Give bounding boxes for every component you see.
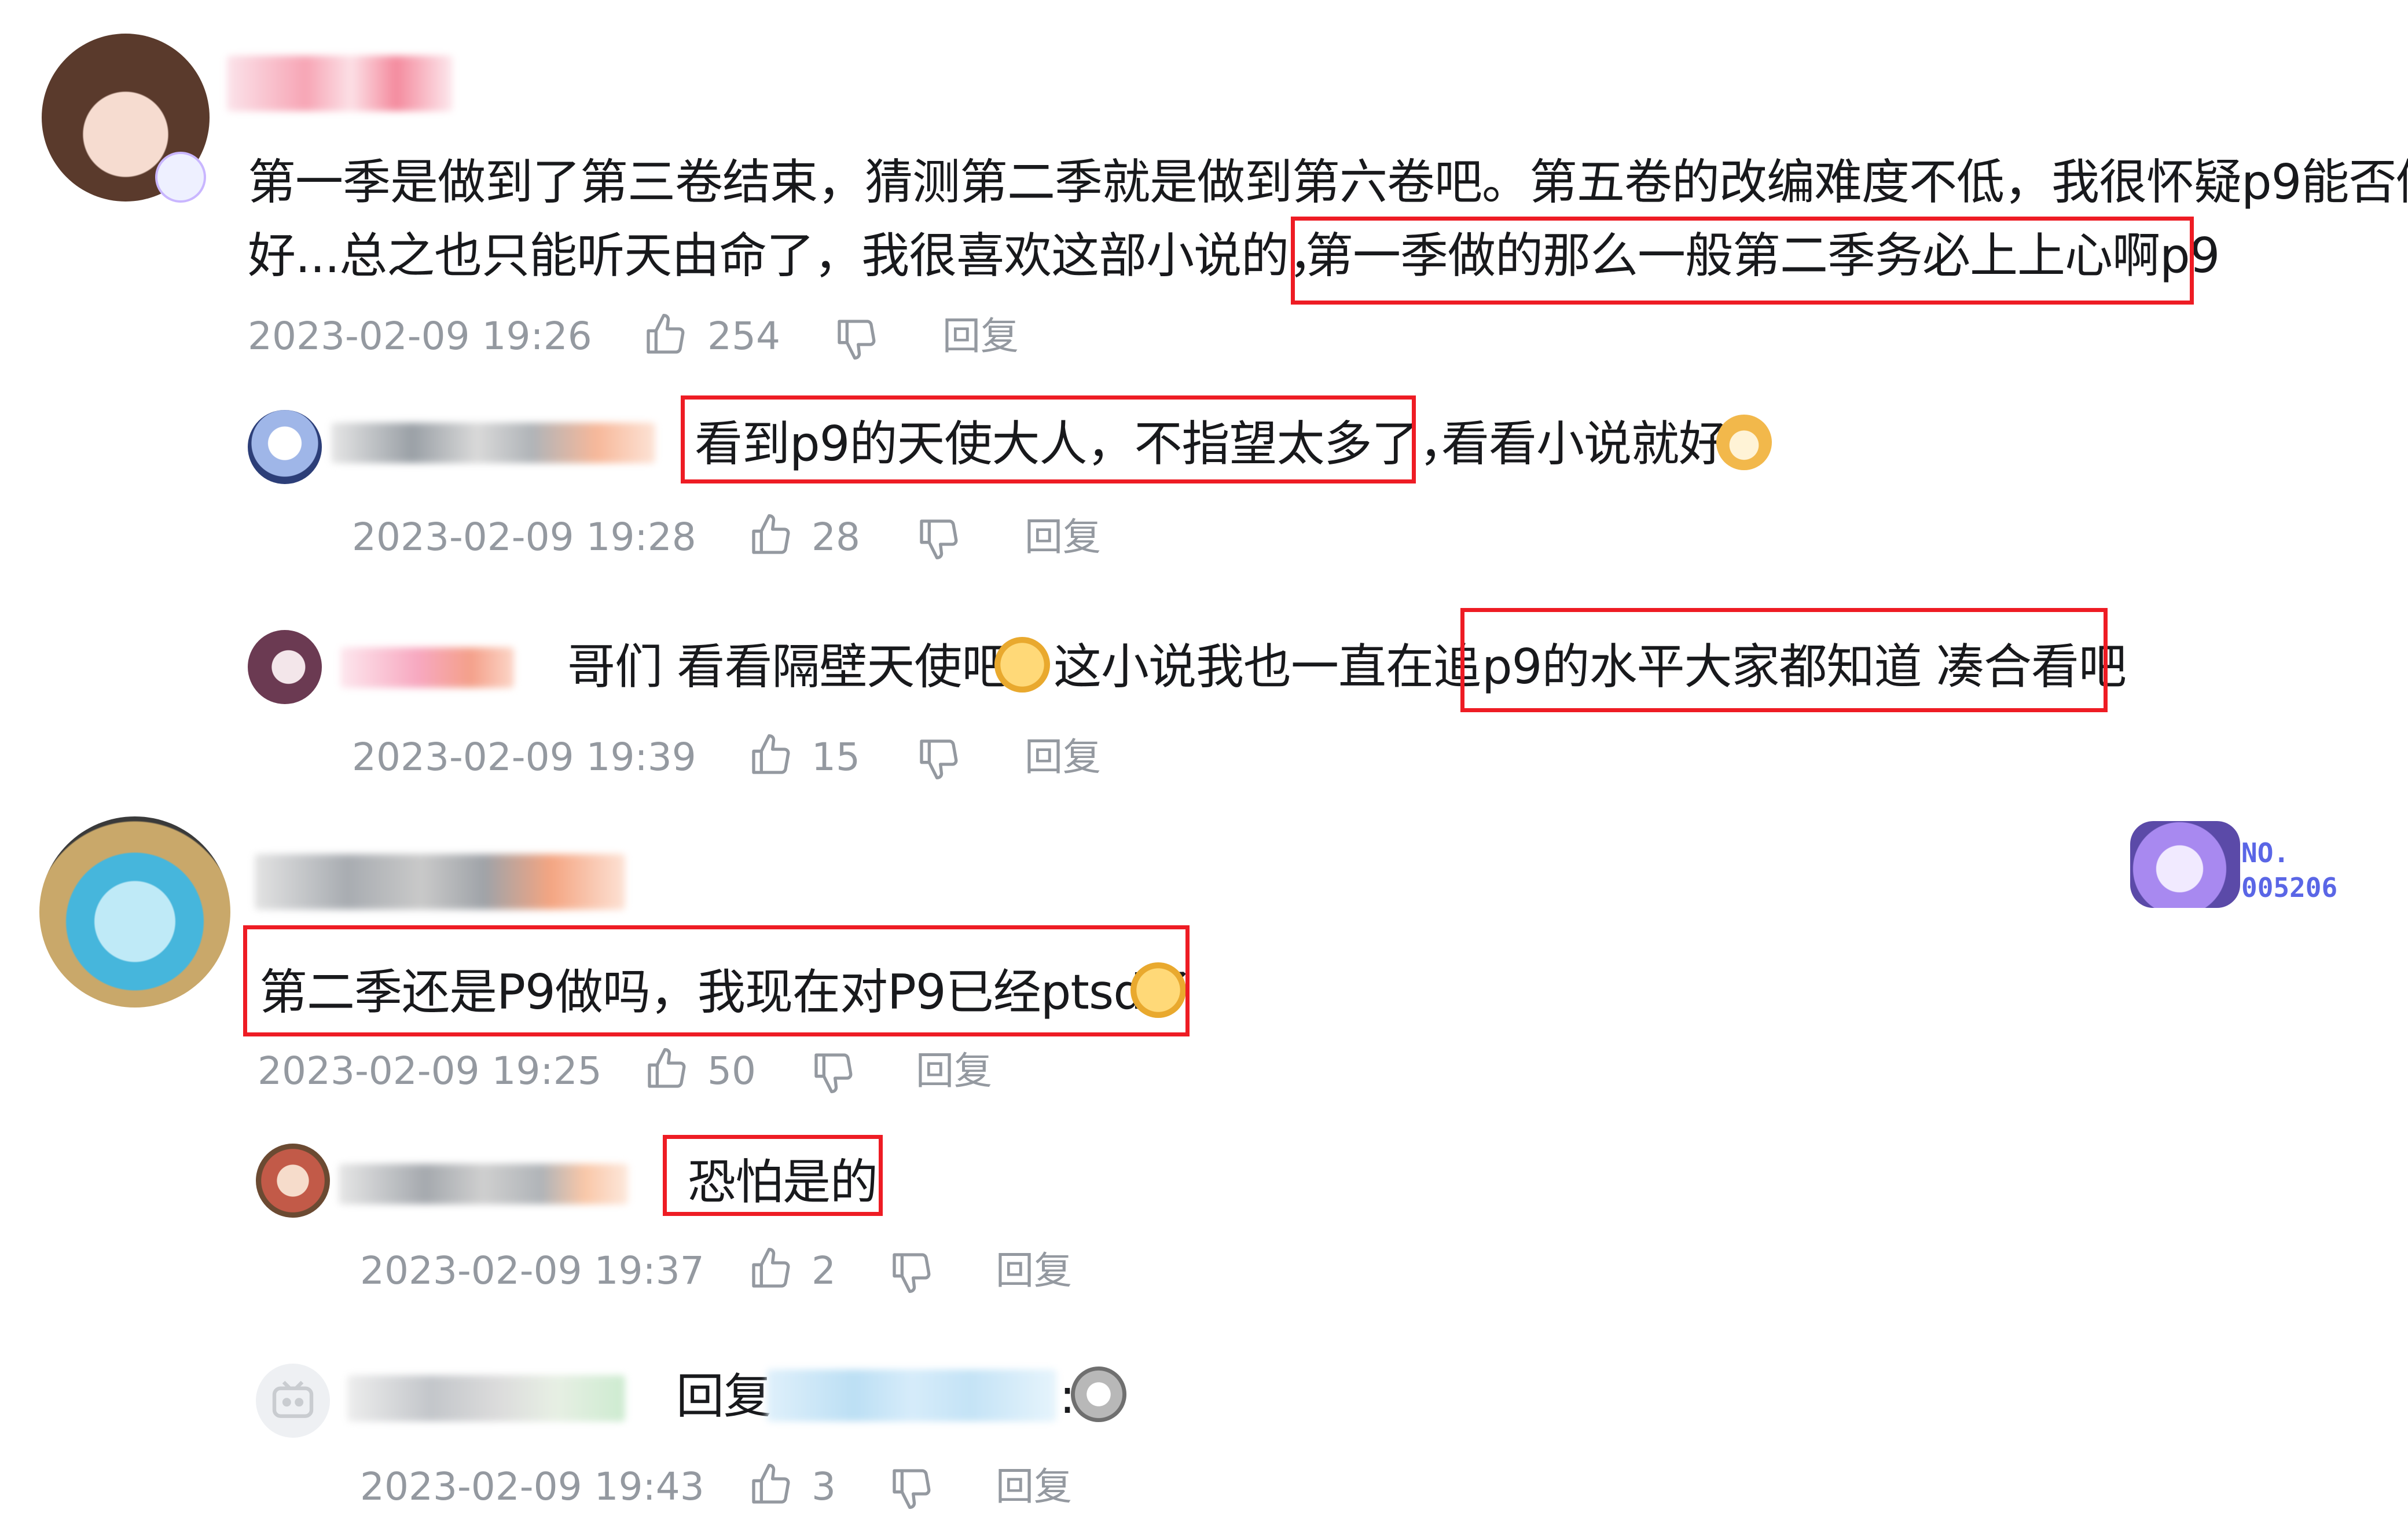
thumbs-up-icon[interactable]	[748, 732, 794, 778]
timestamp: 2023-02-09 19:43	[360, 1464, 704, 1509]
mentioned-username[interactable]	[767, 1369, 1056, 1422]
thumbs-down-icon[interactable]	[916, 735, 962, 782]
reply-button[interactable]: 回复	[916, 1052, 992, 1090]
like-count: 15	[812, 735, 860, 779]
fan-badge-icon	[2130, 821, 2240, 908]
highlight-box	[681, 395, 1416, 483]
reply-button[interactable]: 回复	[996, 1252, 1072, 1290]
like-count: 3	[812, 1464, 836, 1509]
thumbs-up-icon[interactable]	[748, 512, 794, 558]
highlight-box	[1291, 217, 2194, 305]
username[interactable]	[331, 423, 655, 463]
thumbs-up-icon[interactable]	[748, 1461, 794, 1508]
like-count: 28	[812, 515, 860, 559]
emoji-icon	[1071, 1367, 1126, 1422]
emoji-icon	[994, 637, 1050, 693]
timestamp: 2023-02-09 19:37	[360, 1248, 704, 1293]
username[interactable]	[255, 854, 625, 910]
verified-badge-icon	[155, 152, 206, 203]
thumbs-down-icon[interactable]	[889, 1465, 935, 1511]
thumbs-up-icon[interactable]	[748, 1245, 794, 1292]
highlight-box	[243, 925, 1190, 1036]
like-count: 50	[707, 1049, 756, 1093]
timestamp: 2023-02-09 19:25	[258, 1049, 602, 1093]
reply-text: 哥们 看看隔壁天使吧	[567, 639, 1010, 695]
avatar[interactable]	[248, 630, 322, 704]
timestamp: 2023-02-09 19:39	[352, 735, 696, 779]
thumbs-down-icon[interactable]	[889, 1249, 935, 1295]
thumbs-up-icon[interactable]	[643, 312, 689, 358]
timestamp: 2023-02-09 19:26	[248, 314, 592, 358]
like-count: 2	[812, 1248, 836, 1293]
thumbs-down-icon[interactable]	[834, 316, 880, 362]
reply-text: 看看小说就好	[1441, 416, 1727, 472]
fan-badge-no: NO.	[2241, 837, 2290, 869]
comment-text: 好...总之也只能听天由命了，我很喜欢这部小说的，	[248, 228, 1337, 284]
fan-badge-number: 005206	[2241, 872, 2338, 903]
thumbs-up-icon[interactable]	[644, 1046, 690, 1092]
avatar[interactable]	[256, 1144, 330, 1218]
avatar[interactable]	[39, 816, 230, 1008]
reply-text: 这小说我也一直在追	[1054, 639, 1481, 695]
highlight-box	[663, 1135, 883, 1216]
thumbs-down-icon[interactable]	[916, 515, 962, 562]
highlight-box	[1460, 608, 2108, 712]
timestamp: 2023-02-09 19:28	[352, 515, 696, 559]
reply-button[interactable]: 回复	[1025, 738, 1101, 776]
reply-prefix: 回复	[676, 1368, 772, 1424]
reply-button[interactable]: 回复	[1025, 518, 1101, 556]
avatar[interactable]	[248, 410, 322, 484]
reply-button[interactable]: 回复	[996, 1468, 1072, 1506]
username[interactable]	[339, 1164, 628, 1204]
default-avatar-icon[interactable]	[256, 1364, 330, 1438]
doge-emoji-icon	[1716, 415, 1772, 470]
reply-button[interactable]: 回复	[942, 317, 1019, 356]
username[interactable]	[227, 56, 453, 111]
username[interactable]	[340, 647, 514, 688]
comment-text: 第一季是做到了第三卷结束，猜测第二季就是做到第六卷吧。第五卷的改编难度不低，我很…	[248, 154, 2408, 210]
username[interactable]	[347, 1375, 625, 1422]
like-count: 254	[707, 314, 780, 358]
thumbs-down-icon[interactable]	[810, 1049, 857, 1096]
